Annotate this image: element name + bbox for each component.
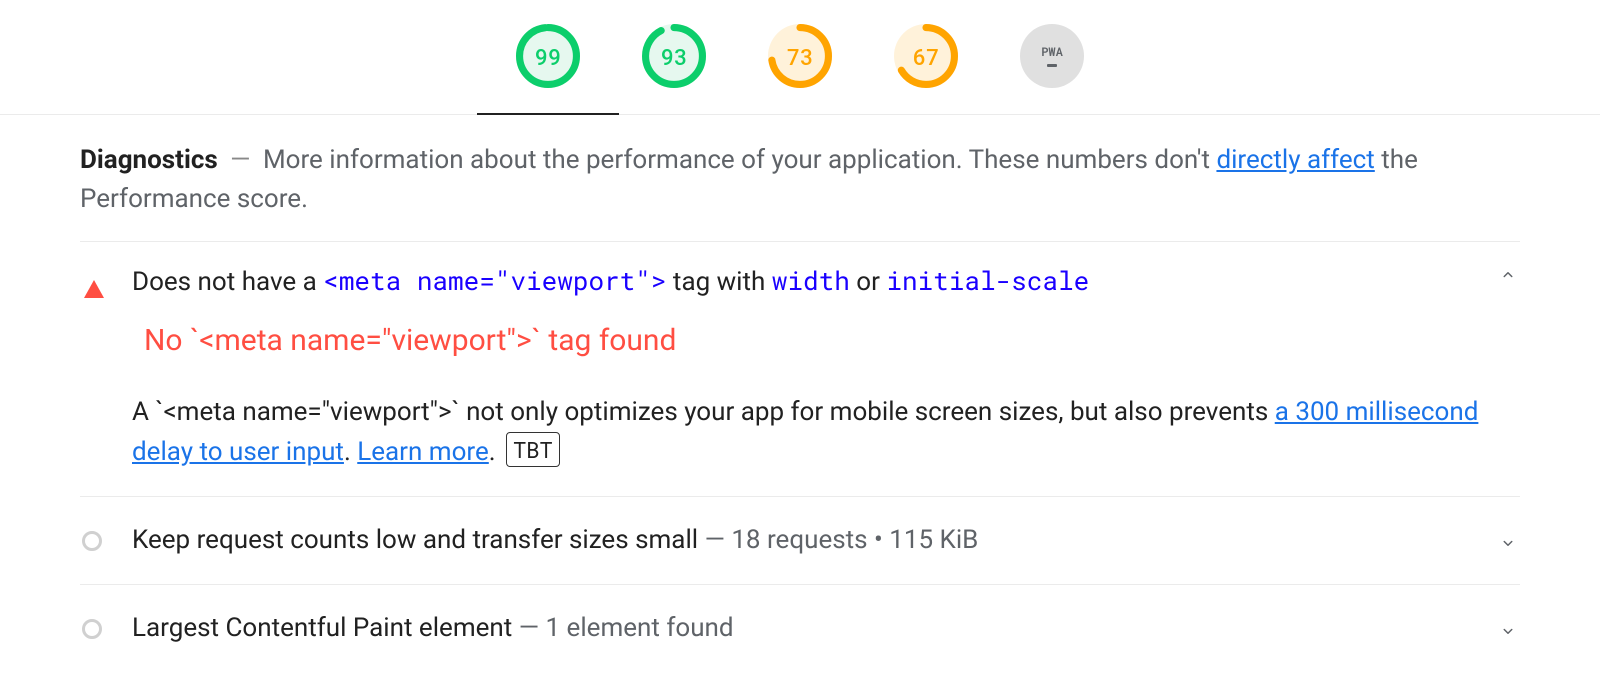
audit-viewport-t2: tag with	[666, 267, 771, 297]
score-performance-gauge: 99	[516, 24, 580, 88]
diagnostics-desc-prefix: More information about the performance o…	[263, 145, 1217, 175]
audit-requests-toggle[interactable]: Keep request counts low and transfer siz…	[80, 497, 1520, 584]
audit-requests-title: Keep request counts low and transfer siz…	[132, 525, 698, 555]
score-performance[interactable]: 99	[513, 24, 583, 114]
chevron-down-icon	[1496, 530, 1520, 552]
diagnostics-title: Diagnostics	[80, 145, 218, 175]
diagnostics-header: Diagnostics — More information about the…	[80, 141, 1520, 241]
audit-viewport-c3: initial-scale	[886, 264, 1089, 298]
dash-separator: —	[705, 525, 732, 555]
audit-lcp-title: Largest Contentful Paint element	[132, 613, 512, 643]
audit-lcp-detail: 1 element found	[545, 613, 733, 643]
score-bestpractices[interactable]: 73	[765, 24, 835, 114]
score-seo-gauge: 67	[894, 24, 958, 88]
audit-viewport-body-prefix: A `<meta name="viewport">` not only opti…	[132, 397, 1275, 427]
audit-viewport-body-mid: .	[344, 437, 357, 467]
audit-lcp-toggle[interactable]: Largest Contentful Paint element — 1 ele…	[80, 585, 1520, 672]
audit-viewport-body-link2[interactable]: Learn more	[357, 437, 489, 467]
score-pwa-label: PWA	[1041, 46, 1063, 58]
lighthouse-scorebar: 99 93 73 67 PWA	[0, 0, 1600, 115]
score-seo[interactable]: 67	[891, 24, 961, 114]
audit-requests: Keep request counts low and transfer siz…	[80, 496, 1520, 584]
diagnostics-desc-link[interactable]: directly affect	[1216, 145, 1374, 175]
audit-viewport-body: A `<meta name="viewport">` not only opti…	[80, 363, 1520, 496]
score-pwa[interactable]: PWA	[1017, 24, 1087, 114]
fail-icon	[84, 280, 104, 298]
score-pwa-gauge: PWA	[1020, 24, 1084, 88]
chevron-down-icon	[1496, 618, 1520, 640]
audit-viewport-warning: No `<meta name="viewport">` tag found	[144, 318, 1496, 363]
audit-viewport-c2: width	[772, 264, 850, 298]
score-pwa-dash-icon	[1047, 64, 1057, 67]
audit-viewport-body-period: .	[489, 437, 502, 467]
audit-viewport-t3: or	[850, 267, 887, 297]
audit-viewport-toggle[interactable]: Does not have a <meta name="viewport"> t…	[80, 242, 1520, 363]
diagnostics-section: Diagnostics — More information about the…	[0, 115, 1600, 672]
active-tab-underline	[477, 113, 619, 115]
info-icon	[82, 531, 102, 551]
info-icon	[82, 619, 102, 639]
audit-lcp: Largest Contentful Paint element — 1 ele…	[80, 584, 1520, 672]
audit-requests-detail: 18 requests • 115 KiB	[731, 525, 978, 555]
score-bestpractices-gauge: 73	[768, 24, 832, 88]
dash-separator: —	[519, 613, 546, 643]
audit-viewport-c1: <meta name="viewport">	[323, 264, 666, 298]
tbt-tag: TBT	[506, 432, 560, 467]
score-accessibility[interactable]: 93	[639, 24, 709, 114]
chevron-up-icon	[1496, 262, 1520, 284]
score-accessibility-gauge: 93	[642, 24, 706, 88]
dash-separator: —	[224, 145, 257, 175]
audit-viewport-t1: Does not have a	[132, 267, 323, 297]
audit-viewport: Does not have a <meta name="viewport"> t…	[80, 241, 1520, 496]
